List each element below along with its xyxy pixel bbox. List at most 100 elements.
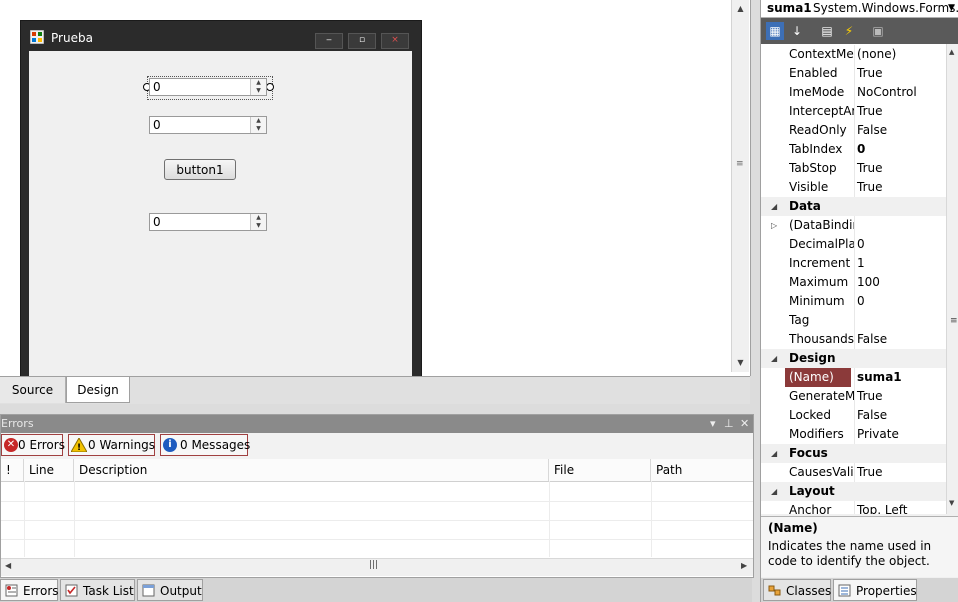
property-row[interactable]: ReadOnly False [761, 121, 946, 140]
collapse-icon[interactable]: ◢ [771, 197, 777, 216]
spin-up-icon[interactable]: ▲ [251, 117, 266, 125]
column-header-file[interactable]: File [549, 459, 651, 481]
button1[interactable]: button1 [164, 159, 236, 180]
alphabetical-icon[interactable]: ↓ [788, 22, 806, 40]
scroll-down-icon[interactable]: ▼ [732, 356, 749, 370]
property-row[interactable]: Tag [761, 311, 946, 330]
panel-close-icon[interactable]: ✕ [740, 415, 749, 433]
object-selector-dropdown[interactable]: suma1 System.Windows.Forms. ▼ [761, 0, 958, 18]
scroll-grip-icon[interactable]: ≡ [950, 316, 958, 326]
panel-pin-icon[interactable]: ⊥ [724, 415, 734, 433]
expand-icon[interactable]: ▷ [771, 216, 777, 235]
property-row[interactable]: Enabled True [761, 64, 946, 83]
tab-errors[interactable]: Errors [0, 579, 59, 601]
tab-design[interactable]: Design [66, 377, 130, 403]
property-row[interactable]: ContextMen (none) [761, 45, 946, 64]
tab-output[interactable]: Output [137, 579, 203, 601]
property-value[interactable]: Private [857, 425, 899, 444]
scroll-up-icon[interactable]: ▲ [732, 2, 749, 16]
column-header-description[interactable]: Description [74, 459, 549, 481]
chevron-down-icon[interactable]: ▼ [948, 1, 955, 16]
numeric-updown-suma1[interactable]: 0 ▲ ▼ [149, 78, 267, 96]
property-value[interactable]: 0 [857, 292, 865, 311]
warnings-filter-button[interactable]: ! 0 Warnings [68, 434, 155, 456]
property-value[interactable]: False [857, 406, 887, 425]
scroll-right-icon[interactable]: ▶ [741, 561, 747, 570]
categorized-icon[interactable]: ▦ [766, 22, 784, 40]
property-value[interactable]: True [857, 159, 883, 178]
property-row[interactable]: Increment 1 [761, 254, 946, 273]
designer-vertical-scrollbar[interactable]: ▲ ≡ ▼ [731, 0, 749, 372]
property-category[interactable]: ◢ Data [761, 197, 946, 216]
property-value[interactable]: (none) [857, 45, 896, 64]
messages-filter-button[interactable]: i 0 Messages [160, 434, 250, 456]
column-header-path[interactable]: Path [651, 459, 753, 481]
panel-dropdown-icon[interactable]: ▾ [710, 415, 716, 433]
spin-buttons[interactable]: ▲ ▼ [250, 214, 266, 230]
property-category[interactable]: ◢ Layout [761, 482, 946, 501]
property-row[interactable]: ▷ (DataBindin [761, 216, 946, 235]
numeric-updown-2[interactable]: 0 ▲ ▼ [149, 116, 267, 134]
property-value[interactable]: True [857, 64, 883, 83]
property-value[interactable]: True [857, 463, 883, 482]
scroll-grip-icon[interactable]: ||| [369, 560, 378, 570]
property-value[interactable]: False [857, 330, 887, 349]
form-titlebar[interactable]: Prueba ‒ ▫ × [21, 21, 421, 51]
collapse-icon[interactable]: ◢ [771, 444, 777, 463]
property-grid-scrollbar[interactable]: ▲ ≡ ▼ [946, 44, 958, 514]
spin-buttons[interactable]: ▲ ▼ [250, 79, 266, 95]
property-row[interactable]: Minimum 0 [761, 292, 946, 311]
property-pages-icon[interactable]: ▣ [869, 22, 887, 40]
spin-up-icon[interactable]: ▲ [251, 79, 266, 87]
numeric-updown-3[interactable]: 0 ▲ ▼ [149, 213, 267, 231]
errors-filter-button[interactable]: ✕ 0 Errors [1, 434, 65, 456]
spin-buttons[interactable]: ▲ ▼ [250, 117, 266, 133]
property-value[interactable]: True [857, 178, 883, 197]
collapse-icon[interactable]: ◢ [771, 482, 777, 501]
tab-source[interactable]: Source [0, 377, 66, 403]
property-value[interactable]: 100 [857, 273, 880, 292]
errors-horizontal-scrollbar[interactable]: ◀ ||| ▶ [1, 558, 753, 576]
scroll-down-icon[interactable]: ▼ [949, 499, 954, 507]
tab-task-list[interactable]: Task List [60, 579, 135, 601]
resize-handle-right[interactable] [266, 83, 274, 91]
property-value[interactable]: 0 [857, 140, 865, 159]
scroll-up-icon[interactable]: ▲ [949, 48, 954, 56]
property-category[interactable]: ◢ Design [761, 349, 946, 368]
scroll-left-icon[interactable]: ◀ [5, 561, 11, 570]
designer-surface[interactable]: Prueba ‒ ▫ × 0 ▲ ▼ 0 ▲ ▼ button1 0 ▲ ▼ ▲… [0, 0, 751, 377]
form-minimize-button[interactable]: ‒ [315, 33, 343, 49]
property-row[interactable]: Maximum 100 [761, 273, 946, 292]
property-row[interactable]: ThousandsS False [761, 330, 946, 349]
spin-down-icon[interactable]: ▼ [251, 125, 266, 133]
property-row[interactable]: InterceptArr True [761, 102, 946, 121]
properties-icon[interactable]: ▤ [818, 22, 836, 40]
property-value[interactable]: False [857, 121, 887, 140]
property-row[interactable]: ImeMode NoControl [761, 83, 946, 102]
tab-properties[interactable]: Properties [833, 579, 917, 601]
property-category[interactable]: ◢ Focus [761, 444, 946, 463]
property-row[interactable]: Modifiers Private [761, 425, 946, 444]
property-row[interactable]: GenerateMeTrue [761, 387, 946, 406]
scroll-grip-icon[interactable]: ≡ [736, 160, 744, 169]
property-row[interactable]: TabIndex 0 [761, 140, 946, 159]
property-row[interactable]: (Name) suma1 [761, 368, 946, 387]
property-row[interactable]: TabStop True [761, 159, 946, 178]
property-value[interactable]: True [857, 387, 883, 406]
property-value[interactable]: 0 [857, 235, 865, 254]
events-lightning-icon[interactable]: ⚡ [840, 22, 858, 40]
property-row[interactable]: Visible True [761, 178, 946, 197]
property-value[interactable]: Top, Left [857, 501, 907, 514]
form-close-button[interactable]: × [381, 33, 409, 49]
property-row[interactable]: Anchor Top, Left [761, 501, 946, 514]
collapse-icon[interactable]: ◢ [771, 349, 777, 368]
property-value[interactable]: True [857, 102, 883, 121]
property-row[interactable]: Locked False [761, 406, 946, 425]
property-row[interactable]: CausesValid True [761, 463, 946, 482]
property-value[interactable]: 1 [857, 254, 865, 273]
spin-up-icon[interactable]: ▲ [251, 214, 266, 222]
column-header-line[interactable]: Line [24, 459, 74, 481]
property-grid[interactable]: ContextMen (none) Enabled True ImeMode NoCont… [761, 44, 946, 514]
tab-classes[interactable]: Classes [763, 579, 831, 601]
property-value[interactable]: suma1 [857, 368, 902, 387]
